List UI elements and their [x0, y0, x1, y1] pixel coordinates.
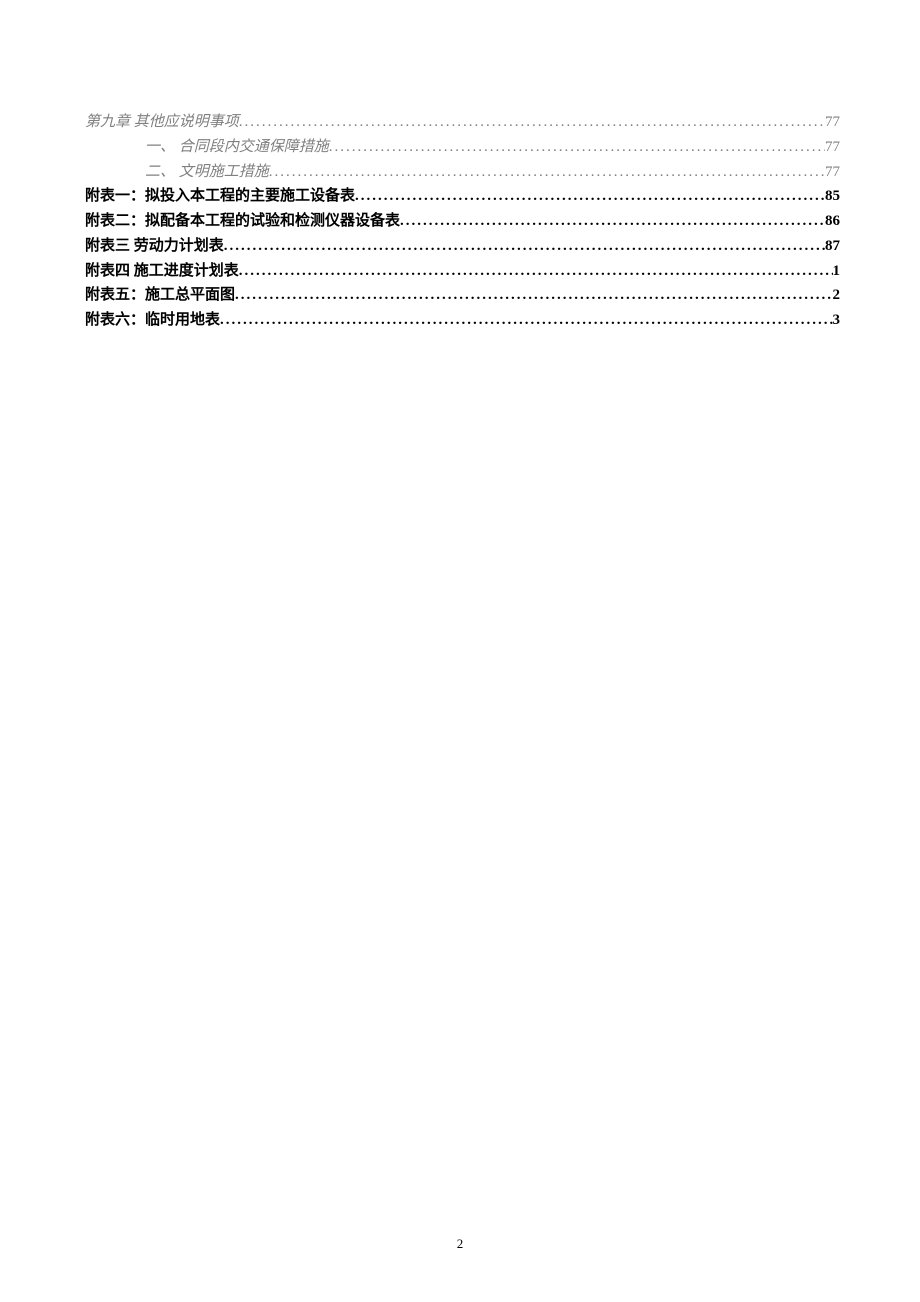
toc-page-number: 77	[825, 160, 840, 185]
toc-leader-dots	[220, 308, 832, 333]
toc-leader-dots	[224, 234, 825, 259]
toc-entry-appendix-6: 附表六：临时用地表 3	[85, 308, 840, 333]
toc-entry-appendix-2: 附表二：拟配备本工程的试验和检测仪器设备表 86	[85, 209, 840, 234]
toc-entry-appendix-1: 附表一：拟投入本工程的主要施工设备表 85	[85, 184, 840, 209]
toc-page-number: 2	[833, 283, 841, 308]
toc-page-number: 86	[825, 209, 840, 234]
toc-label: 第九章 其他应说明事项	[85, 110, 239, 135]
toc-leader-dots	[355, 184, 825, 209]
page-number: 2	[0, 1236, 920, 1252]
toc-entry-section-1: 一、 合同段内交通保障措施 77	[85, 135, 840, 160]
toc-page-number: 77	[825, 135, 840, 160]
toc-label: 附表一：拟投入本工程的主要施工设备表	[85, 184, 355, 209]
toc-page-number: 3	[833, 308, 841, 333]
toc-leader-dots	[239, 110, 825, 135]
toc-page-number: 85	[825, 184, 840, 209]
toc-label: 二、 文明施工措施	[145, 160, 269, 185]
toc-label: 附表三 劳动力计划表	[85, 234, 224, 259]
toc-entry-appendix-3: 附表三 劳动力计划表 87	[85, 234, 840, 259]
toc-entry-section-2: 二、 文明施工措施 77	[85, 160, 840, 185]
toc-entry-chapter-9: 第九章 其他应说明事项 77	[85, 110, 840, 135]
toc-leader-dots	[400, 209, 825, 234]
toc-page-number: 87	[825, 234, 840, 259]
toc-page-number: 77	[825, 110, 840, 135]
toc-label: 附表六：临时用地表	[85, 308, 220, 333]
toc-label: 附表五：施工总平面图	[85, 283, 235, 308]
toc-label: 附表二：拟配备本工程的试验和检测仪器设备表	[85, 209, 400, 234]
toc-entry-appendix-4: 附表四 施工进度计划表 1	[85, 259, 840, 284]
toc-page-number: 1	[833, 259, 841, 284]
toc-leader-dots	[329, 135, 825, 160]
toc-container: 第九章 其他应说明事项 77 一、 合同段内交通保障措施 77 二、 文明施工措…	[0, 0, 920, 333]
toc-label: 附表四 施工进度计划表	[85, 259, 239, 284]
toc-leader-dots	[235, 283, 832, 308]
toc-label: 一、 合同段内交通保障措施	[145, 135, 329, 160]
toc-entry-appendix-5: 附表五：施工总平面图 2	[85, 283, 840, 308]
toc-leader-dots	[269, 160, 825, 185]
toc-leader-dots	[239, 259, 833, 284]
